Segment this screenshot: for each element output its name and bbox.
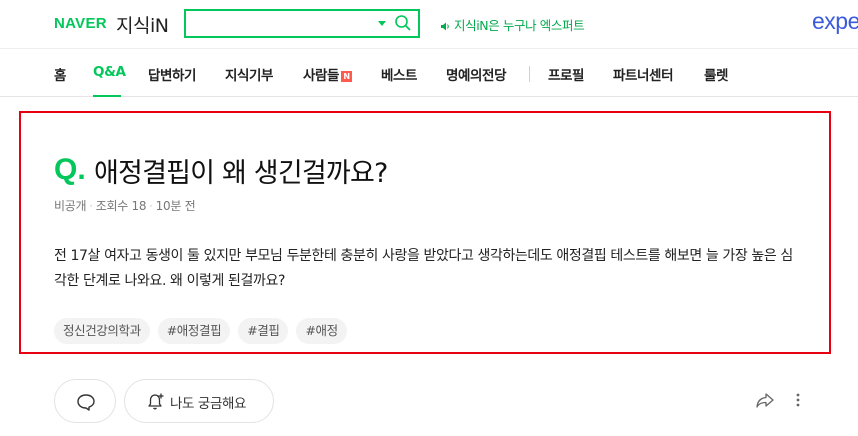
tag-item[interactable]: #결핍 — [238, 318, 289, 344]
tag-list: 정신건강의학과 #애정결핍 #결핍 #애정 — [54, 318, 347, 344]
share-icon[interactable] — [755, 391, 775, 409]
nav-donation[interactable]: 지식기부 — [225, 64, 273, 84]
nav-answer[interactable]: 답변하기 — [148, 64, 196, 84]
expert-logo[interactable]: expe — [812, 8, 858, 35]
nav-people[interactable]: 사람들 N — [303, 64, 353, 84]
nav-hall-of-fame[interactable]: 명예의전당 — [446, 64, 507, 84]
question-mark: Q. — [54, 153, 86, 186]
curious-label: 나도 궁금해요 — [170, 396, 247, 412]
tag-category[interactable]: 정신건강의학과 — [54, 318, 150, 344]
nav-profile[interactable]: 프로필 — [548, 64, 584, 84]
question-card: Q. 애정결핍이 왜 생긴걸까요? 비공개 · 조회수 18 · 10분 전 전 17살… — [19, 111, 831, 354]
comment-icon — [77, 394, 95, 411]
search-icon[interactable] — [394, 14, 412, 32]
view-count: 조회수 18 — [95, 199, 147, 213]
new-badge: N — [341, 71, 353, 82]
search-input[interactable] — [190, 13, 370, 34]
question-title: 애정결핍이 왜 생긴걸까요? — [94, 158, 388, 189]
question-body: 전 17살 여자고 동생이 둘 있지만 부모님 두분한테 충분히 사랑을 받았다… — [54, 248, 793, 289]
visibility-label: 비공개 — [54, 199, 87, 213]
speaker-icon — [441, 22, 449, 31]
nav-divider — [529, 66, 530, 82]
question-meta: 비공개 · 조회수 18 · 10분 전 — [54, 199, 196, 213]
tag-item[interactable]: #애정 — [296, 318, 347, 344]
active-tab-indicator — [93, 95, 121, 97]
notice-text: 지식iN은 누구나 엑스퍼트 — [454, 18, 585, 33]
comment-button[interactable] — [54, 379, 116, 423]
nav-partner-center[interactable]: 파트너센터 — [613, 64, 674, 84]
nav-qa[interactable]: Q&A — [93, 64, 126, 80]
tag-item[interactable]: #애정결핍 — [157, 318, 231, 344]
main-nav: 홈 Q&A 답변하기 지식기부 사람들 N 베스트 명예의전당 프로필 파트너센터… — [0, 48, 858, 97]
posted-time: 10분 전 — [155, 199, 196, 213]
nav-people-label: 사람들 — [303, 68, 340, 84]
nav-best[interactable]: 베스트 — [381, 64, 417, 84]
naver-logo[interactable]: NAVER — [54, 15, 107, 32]
search-box — [184, 9, 420, 38]
more-icon[interactable] — [793, 391, 803, 409]
header: NAVER 지식iN 지식iN은 누구나 엑스퍼트 expe — [0, 0, 858, 48]
nav-roulette[interactable]: 룰렛 — [704, 64, 728, 84]
notice-link[interactable]: 지식iN은 누구나 엑스퍼트 — [440, 15, 585, 34]
dropdown-arrow-icon[interactable] — [378, 21, 386, 26]
curious-button[interactable]: 나도 궁금해요 — [124, 379, 274, 423]
kin-logo[interactable]: 지식iN — [116, 11, 169, 38]
nav-home[interactable]: 홈 — [54, 64, 66, 84]
bell-plus-icon — [148, 393, 164, 410]
